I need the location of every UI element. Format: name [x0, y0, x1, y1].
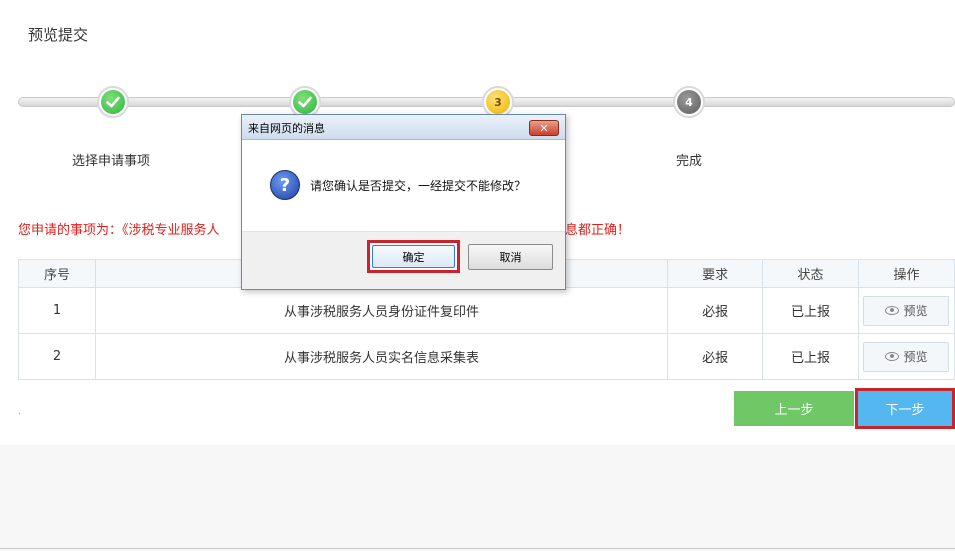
cancel-button[interactable]: 取消 — [468, 244, 553, 270]
header-action: 操作 — [857, 259, 955, 288]
check-icon — [293, 90, 317, 114]
table-row: 2 从事涉税服务人员实名信息采集表 必报 已上报 预览 — [18, 333, 955, 380]
step-4: 4 — [673, 86, 705, 118]
row-name: 从事涉税服务人员实名信息采集表 — [94, 333, 669, 380]
row-requirement: 必报 — [667, 287, 764, 334]
eye-icon — [885, 352, 900, 361]
ok-highlight: 确定 — [367, 240, 460, 273]
ok-button[interactable]: 确定 — [372, 245, 455, 268]
question-icon: ? — [270, 170, 300, 200]
step-4-label: 完成 — [676, 154, 703, 169]
step-4-number: 4 — [677, 90, 701, 114]
row-status: 已上报 — [762, 287, 859, 334]
eye-icon — [885, 306, 900, 315]
dialog-title: 来自网页的消息 — [248, 122, 325, 135]
notice-tail: 息都正确！ — [565, 223, 631, 238]
row-index: 2 — [18, 333, 96, 380]
header-index: 序号 — [18, 259, 96, 288]
check-icon — [101, 90, 125, 114]
row-status: 已上报 — [762, 333, 859, 380]
footer-line — [0, 548, 955, 549]
step-3-number: 3 — [486, 90, 510, 114]
header-requirement: 要求 — [667, 259, 764, 288]
row-name: 从事涉税服务人员身份证件复印件 — [94, 287, 669, 334]
footer-band — [0, 445, 955, 551]
notice-text: 您申请的事项为：《涉税专业服务人 — [18, 223, 220, 238]
page-title: 预览提交 — [28, 26, 89, 44]
row-index: 1 — [18, 287, 96, 334]
step-1-label: 选择申请事项 — [72, 154, 151, 169]
header-status: 状态 — [762, 259, 859, 288]
next-step-label: 下一步 — [858, 391, 952, 426]
preview-button[interactable]: 预览 — [863, 295, 950, 326]
dialog-body: ? 请您确认是否提交，一经提交不能修改？ — [242, 141, 565, 231]
dialog-titlebar: 来自网页的消息 ✕ — [242, 115, 565, 140]
step-1 — [97, 86, 129, 118]
table-row: 1 从事涉税服务人员身份证件复印件 必报 已上报 预览 — [18, 287, 955, 334]
close-icon[interactable]: ✕ — [529, 120, 559, 136]
preview-label: 预览 — [903, 304, 928, 318]
next-step-button[interactable]: 下一步 — [855, 388, 955, 429]
footer-dot: . — [18, 406, 22, 417]
preview-label: 预览 — [903, 350, 928, 364]
dialog-message: 请您确认是否提交，一经提交不能修改？ — [310, 179, 527, 193]
prev-step-button[interactable]: 上一步 — [734, 391, 854, 426]
row-requirement: 必报 — [667, 333, 764, 380]
preview-button[interactable]: 预览 — [863, 341, 950, 372]
confirm-dialog: 来自网页的消息 ✕ ? 请您确认是否提交，一经提交不能修改？ 确定 取消 — [241, 114, 566, 290]
